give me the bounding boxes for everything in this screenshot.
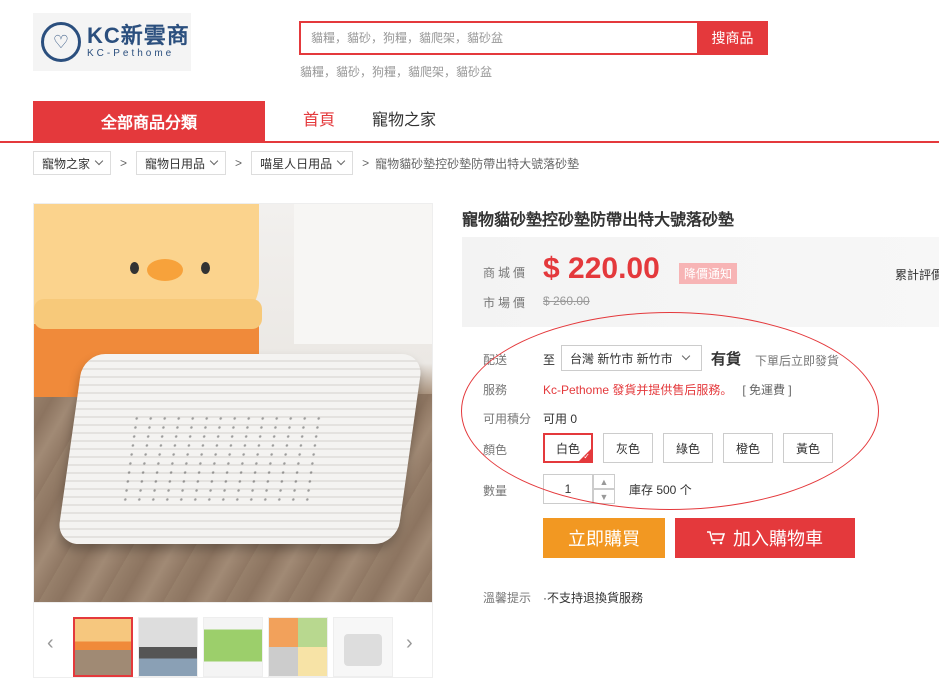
chevron-right-icon: > (362, 156, 370, 170)
price-label: 商城價 (483, 266, 529, 280)
breadcrumb-label: 寵物日用品 (145, 156, 206, 171)
breadcrumb-label: 喵星人日用品 (260, 156, 333, 171)
color-option-label: 灰色 (615, 441, 640, 456)
logo-subtitle: KC-Pethome (87, 48, 175, 59)
check-icon: ✓ (583, 452, 590, 461)
main-nav: 全部商品分類 首頁 寵物之家 (0, 101, 939, 143)
color-option-orange[interactable]: 橙色 (723, 433, 773, 463)
logo-title: KC新雲商 (87, 23, 190, 48)
litter-grains (117, 414, 331, 504)
thumbnail[interactable] (73, 617, 133, 677)
breadcrumb-item[interactable]: 喵星人日用品 (251, 151, 354, 175)
color-option-white[interactable]: 白色 ✓ (543, 433, 593, 463)
tips-text: ·不支持退換貨服務 (543, 591, 643, 605)
image-wall (294, 204, 432, 344)
quantity-label: 數量 (483, 484, 508, 498)
thumbnail[interactable] (203, 617, 263, 677)
color-option-label: 橙色 (735, 441, 760, 456)
logo-heart-icon: ♡ (41, 22, 81, 62)
service-text: Kc-Pethome 發貨并提供售后服務。 (543, 383, 733, 397)
thumbnail-strip: ‹ › (33, 603, 433, 678)
nav-item-pet-home[interactable]: 寵物之家 (372, 101, 436, 141)
service-label: 服務 (483, 383, 508, 397)
free-shipping: [ 免運費 ] (742, 383, 792, 397)
breadcrumb: 寵物之家 > 寵物日用品 > 喵星人日用品 > 寵物貓砂墊控砂墊防帶出特大號落砂… (33, 151, 579, 175)
breadcrumb-item[interactable]: 寵物之家 (33, 151, 112, 175)
color-option-label: 綠色 (675, 441, 700, 456)
hot-search-words[interactable]: 貓糧，貓砂，狗糧，貓爬架，貓砂盆 (300, 63, 492, 80)
quantity-decrease-icon[interactable]: ▼ (593, 489, 615, 504)
points-label: 可用積分 (483, 412, 532, 426)
add-to-cart-label: 加入購物車 (733, 529, 823, 549)
site-logo[interactable]: ♡ KC新雲商 KC-Pethome (33, 13, 191, 71)
region-value: 台灣 新竹市 新竹市 (570, 351, 673, 366)
search-button[interactable]: 搜商品 (697, 21, 768, 55)
thumbnail[interactable] (138, 617, 198, 677)
color-option-label: 黃色 (795, 441, 820, 456)
all-categories-button[interactable]: 全部商品分類 (33, 101, 265, 141)
chevron-right-icon: > (235, 156, 243, 170)
chevron-left-icon[interactable]: ‹ (47, 633, 54, 653)
quantity-increase-icon[interactable]: ▲ (593, 474, 615, 489)
chevron-right-icon: > (120, 156, 128, 170)
review-count-link[interactable]: 累計評價 (895, 266, 939, 283)
shipping-label: 配送 (483, 353, 508, 367)
duck-beak (147, 259, 183, 281)
breadcrumb-label: 寵物之家 (42, 156, 91, 171)
tips-label: 溫馨提示 (483, 591, 532, 605)
inventory-count: 庫存 500 个 (629, 483, 692, 497)
cart-icon (707, 531, 725, 545)
duck-eye (201, 262, 210, 274)
ship-to-text: 至 (543, 353, 556, 367)
breadcrumb-item[interactable]: 寵物日用品 (136, 151, 227, 175)
chevron-right-icon[interactable]: › (406, 633, 413, 653)
mat-diagram (344, 634, 382, 666)
product-main-image[interactable] (33, 203, 433, 603)
stock-status: 有貨 (711, 351, 742, 368)
service-info: Kc-Pethome 發貨并提供售后服務。 [ 免運費 ] (543, 381, 792, 398)
search-bar: 搜商品 (299, 21, 768, 55)
chevron-down-icon (681, 351, 690, 361)
color-option-label: 白色 (555, 441, 580, 456)
color-label: 顏色 (483, 443, 508, 457)
price-notice-button[interactable]: 降價通知 (679, 263, 738, 284)
region-select[interactable]: 台灣 新竹市 新竹市 (561, 345, 702, 371)
chevron-down-icon (94, 156, 104, 166)
add-to-cart-button[interactable]: 加入購物車 (675, 518, 855, 558)
buy-now-button[interactable]: 立即購買 (543, 518, 665, 558)
points-value: 可用 0 (543, 412, 578, 426)
color-option-yellow[interactable]: 黃色 (783, 433, 833, 463)
market-price-label: 市場價 (483, 296, 529, 310)
thumbnail[interactable] (268, 617, 328, 677)
chevron-down-icon (336, 156, 346, 166)
market-price: $ 260.00 (543, 294, 590, 308)
product-price: $ 220.00 (543, 252, 660, 285)
search-input[interactable] (299, 21, 697, 55)
litter-box-rim (34, 299, 262, 329)
thumbnail[interactable] (333, 617, 393, 677)
product-title: 寵物貓砂墊控砂墊防帶出特大號落砂墊 (462, 212, 735, 229)
quantity-input[interactable] (543, 474, 593, 504)
chevron-down-icon (209, 156, 219, 166)
color-option-green[interactable]: 綠色 (663, 433, 713, 463)
stock-note: 下單后立即發貨 (755, 354, 840, 368)
breadcrumb-current: 寵物貓砂墊控砂墊防帶出特大號落砂墊 (375, 156, 580, 171)
color-option-gray[interactable]: 灰色 (603, 433, 653, 463)
nav-item-home[interactable]: 首頁 (303, 101, 335, 141)
duck-eye (130, 262, 139, 274)
